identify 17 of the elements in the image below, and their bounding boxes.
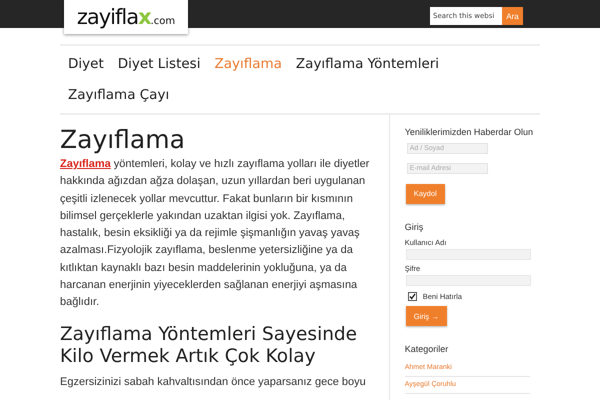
logo-text: zayiflax.com <box>76 5 176 29</box>
widget-title: Yeniliklerimizden Haberdar Olun <box>404 127 534 137</box>
nav-link[interactable]: Diyet <box>68 49 104 80</box>
search-button[interactable]: Ara <box>502 7 523 25</box>
checkbox[interactable] <box>408 292 417 300</box>
article-link[interactable]: Zayıflama <box>60 158 111 170</box>
widget-title: Giriş <box>404 222 424 232</box>
nav-link[interactable]: Zayıflama Çayı <box>68 80 170 111</box>
intro-paragraph: Zayıflama yöntemleri, kolay ve hızlı zayıflama yolları ile diyetler hakkında ağızdan ağza dolaşan, uzun yıllardan beri uygulanan çeşitli izlenecek yollar mevcuttur. Fakat bunların bir kısmının bilimsel gerçeklerle yakından uzaktan ilgisi yok. Zayıflama, hastalık, besin eksikliği ya da rejimle şişmanlığın yavaş yavaş azalması.Fizyolojik zayıflama, beslenme yetersizliğine ya da kıtlıktan kaynaklı bazı besin maddelerinin yokluğuna, ya da harcanan enerjinin yiyeceklerden sağlanan enerjiyi aşmasına bağlıdır. <box>60 157 370 310</box>
section-heading: Zayıflama Yöntemleri Sayesinde Kilo Vermek Artık Çok Kolay <box>60 324 358 368</box>
nav-link[interactable]: Zayıflama Yöntemleri <box>296 49 440 80</box>
logo[interactable]: zayiflax.com <box>64 0 188 34</box>
nav-link[interactable]: Zayıflama <box>214 49 282 80</box>
body-paragraph: Egzersizinizi sabah kahvaltısından önce yaparsanız gece boyu <box>60 374 367 390</box>
nav-link[interactable]: Diyet Listesi <box>118 49 200 80</box>
widget-title: Kategoriler <box>404 344 450 354</box>
page-title: Zayıflama <box>60 125 186 154</box>
